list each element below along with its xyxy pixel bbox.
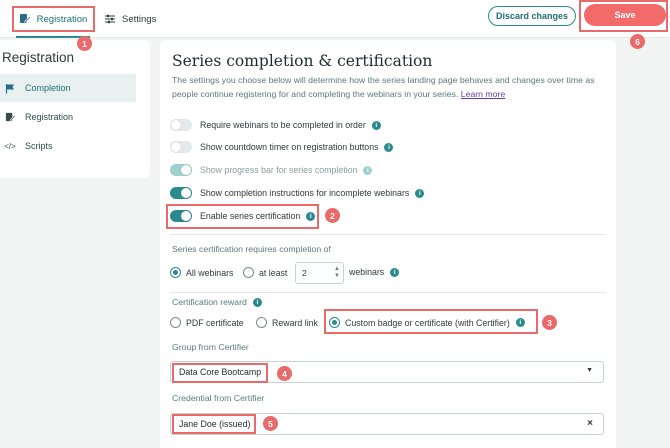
credential-select[interactable]: Jane Doe (issued) × xyxy=(170,413,604,435)
toggle-row-progress-bar: Show progress bar for series completion … xyxy=(170,162,373,178)
info-icon[interactable]: i xyxy=(252,297,262,307)
radio-pdf-certificate[interactable]: PDF certificate xyxy=(170,317,244,328)
credential-label: Credential from Certifier xyxy=(172,393,265,403)
stepper-value: 2 xyxy=(302,268,307,278)
radio-label: Reward link xyxy=(272,317,318,328)
webinars-unit: webinars i xyxy=(349,267,400,277)
stepper-arrows-icon[interactable]: ▲ ▼ xyxy=(334,266,340,280)
annotation-badge-4: 4 xyxy=(277,366,292,381)
info-icon[interactable]: i xyxy=(306,211,316,221)
toggle-label: Enable series certification xyxy=(200,211,301,221)
save-button[interactable]: Save xyxy=(584,4,666,26)
radio-at-least[interactable]: at least xyxy=(243,267,287,278)
sliders-icon xyxy=(104,13,116,25)
learn-more-link[interactable]: Learn more xyxy=(461,89,505,99)
discard-changes-button[interactable]: Discard changes xyxy=(488,6,576,26)
webinar-count-stepper[interactable]: 2 ▲ ▼ xyxy=(295,262,344,284)
toggle-row-completion-instructions: Show completion instructions for incompl… xyxy=(170,185,425,201)
flag-icon xyxy=(4,82,16,94)
toggle-label: Show countdown timer on registration but… xyxy=(200,142,379,152)
tab-registration-label: Registration xyxy=(36,13,88,25)
group-label: Group from Certifier xyxy=(172,342,249,352)
completion-instructions-toggle[interactable] xyxy=(170,187,192,199)
info-icon[interactable]: i xyxy=(415,188,425,198)
radio-button[interactable] xyxy=(256,317,267,328)
group-value: Data Core Bootcamp xyxy=(179,367,262,377)
certification-reward-label: Certification reward i xyxy=(172,297,262,307)
radio-button[interactable] xyxy=(170,267,181,278)
tab-settings-label: Settings xyxy=(122,13,157,25)
sidebar-item-label: Completion xyxy=(25,83,71,93)
radio-button[interactable] xyxy=(170,317,181,328)
tab-registration[interactable]: Registration xyxy=(12,8,94,30)
annotation-badge-2: 2 xyxy=(325,208,340,223)
radio-label: All webinars xyxy=(186,267,234,278)
toggle-label: Show progress bar for series completion xyxy=(200,165,358,175)
sidebar-item-label: Scripts xyxy=(25,141,53,151)
annotation-badge-3: 3 xyxy=(542,315,557,330)
tab-settings[interactable]: Settings xyxy=(104,8,164,30)
series-certification-toggle[interactable] xyxy=(170,210,192,222)
group-select[interactable]: Data Core Bootcamp ▼ xyxy=(170,361,604,383)
info-icon[interactable]: i xyxy=(363,165,373,175)
toggle-label: Require webinars to be completed in orde… xyxy=(200,120,366,130)
toggle-row-require-order: Require webinars to be completed in orde… xyxy=(170,117,381,133)
radio-button[interactable] xyxy=(329,317,340,328)
annotation-badge-5: 5 xyxy=(263,416,278,431)
chevron-down-icon[interactable]: ▼ xyxy=(586,367,593,374)
description-text: The settings you choose below will deter… xyxy=(172,75,595,99)
credential-value: Jane Doe (issued) xyxy=(179,419,251,429)
sidebar-item-scripts[interactable]: </> Scripts xyxy=(0,132,136,160)
top-bar: Registration Settings Discard changes Sa… xyxy=(0,0,670,38)
info-icon[interactable]: i xyxy=(390,267,400,277)
sidebar: Registration Completion Registration </>… xyxy=(0,40,150,178)
info-icon[interactable]: i xyxy=(384,142,394,152)
radio-label: Custom badge or certificate (with Certif… xyxy=(345,317,510,328)
divider xyxy=(170,292,606,293)
annotation-badge-6: 6 xyxy=(630,34,645,49)
main-card: Series completion & certification The se… xyxy=(160,40,616,448)
unit-label: webinars xyxy=(349,267,385,277)
info-icon[interactable]: i xyxy=(515,318,525,327)
toggle-row-countdown: Show countdown timer on registration but… xyxy=(170,139,394,155)
page-description: The settings you choose below will deter… xyxy=(172,73,608,101)
info-icon[interactable]: i xyxy=(371,120,381,130)
sidebar-item-registration[interactable]: Registration xyxy=(0,103,136,131)
code-icon: </> xyxy=(4,141,16,151)
divider xyxy=(170,234,606,235)
radio-custom-badge[interactable]: Custom badge or certificate (with Certif… xyxy=(329,317,525,328)
radio-reward-link[interactable]: Reward link xyxy=(256,317,318,328)
annotation-badge-1: 1 xyxy=(77,36,92,51)
toggle-label: Show completion instructions for incompl… xyxy=(200,188,410,198)
progress-bar-toggle[interactable] xyxy=(170,164,192,176)
require-order-toggle[interactable] xyxy=(170,119,192,131)
edit-doc-icon xyxy=(4,111,16,123)
sidebar-title: Registration xyxy=(2,50,75,65)
edit-doc-icon xyxy=(19,13,31,25)
radio-all-webinars[interactable]: All webinars xyxy=(170,267,233,278)
page-title: Series completion & certification xyxy=(172,52,433,70)
reward-label-text: Certification reward xyxy=(172,297,247,307)
sidebar-item-completion[interactable]: Completion xyxy=(0,74,136,102)
sidebar-item-label: Registration xyxy=(25,112,74,122)
countdown-timer-toggle[interactable] xyxy=(170,141,192,153)
toggle-row-series-certification: Enable series certification i xyxy=(170,208,316,224)
radio-label: at least xyxy=(259,267,288,278)
radio-button[interactable] xyxy=(243,267,254,278)
clear-icon[interactable]: × xyxy=(587,418,593,429)
requires-completion-label: Series certification requires completion… xyxy=(172,244,331,254)
radio-label: PDF certificate xyxy=(186,317,244,328)
